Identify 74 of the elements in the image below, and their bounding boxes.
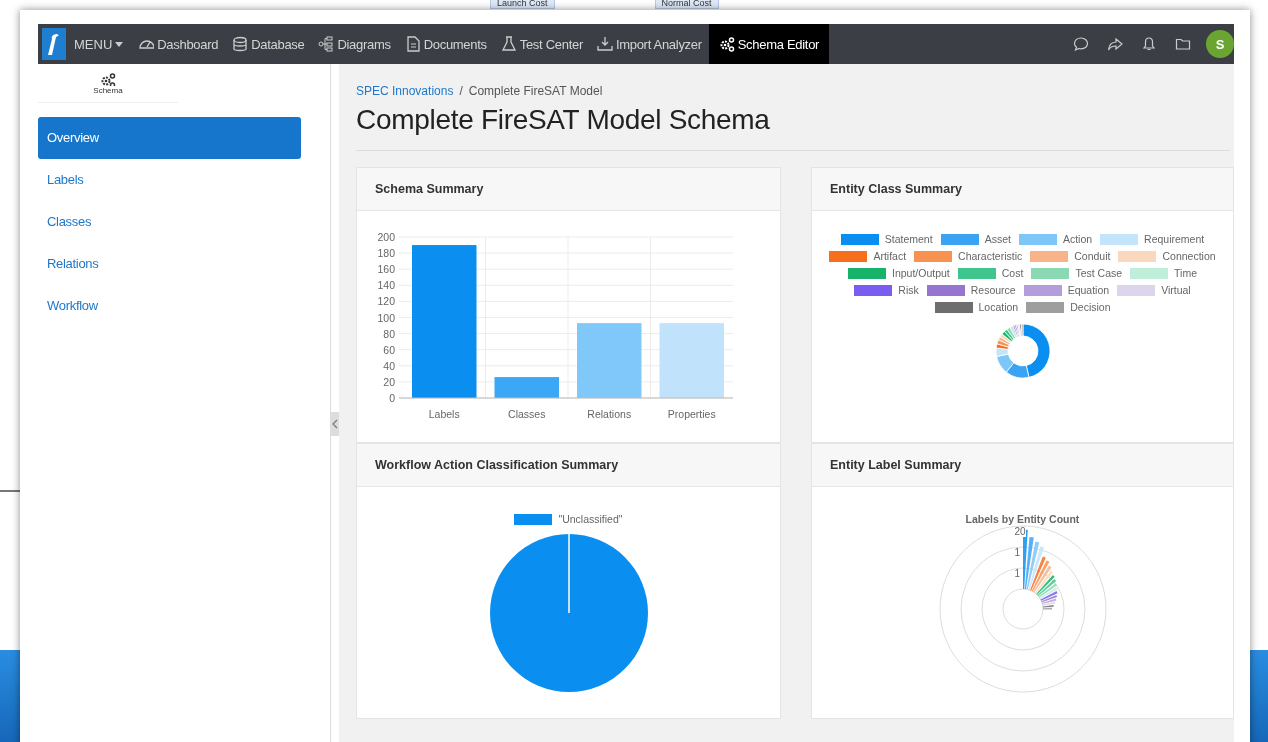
chart-title: Labels by Entity Count <box>965 513 1080 525</box>
sidebar-item[interactable]: Classes <box>38 201 301 243</box>
axis-tick-label: 1 <box>1014 548 1021 558</box>
database-icon <box>232 36 249 52</box>
legend-label: Input/Output <box>892 267 950 279</box>
legend-label: Decision <box>1070 301 1111 313</box>
axis-tick-label: 140 <box>377 279 395 292</box>
sidebar-item[interactable]: Workflow <box>38 285 301 327</box>
axis-tick-label: 60 <box>383 343 395 356</box>
legend-label: Conduit <box>1074 250 1111 262</box>
axis-tick-label: 100 <box>377 311 395 324</box>
document-icon <box>404 36 421 52</box>
axis-tick-label: 120 <box>377 295 395 308</box>
menu-button[interactable]: MENU <box>72 24 132 64</box>
legend-label: "Unclassified" <box>558 513 623 525</box>
breadcrumb-link[interactable]: SPEC Innovations <box>356 84 454 98</box>
legend-label: Virtual <box>1161 284 1191 296</box>
background-chip: Launch Cost <box>490 0 555 9</box>
tray-arrow-icon <box>596 36 613 52</box>
donut-chart <box>994 323 1051 379</box>
axis-tick-label: 20 <box>1014 527 1026 537</box>
nav-link[interactable]: Documents <box>397 24 494 64</box>
legend-label: Action <box>1062 233 1093 245</box>
legend-label: Location <box>978 301 1019 313</box>
axis-category-label: Relations <box>587 408 632 420</box>
sidebar-item[interactable]: Relations <box>38 243 301 285</box>
legend-label: Cost <box>1001 267 1024 279</box>
card-title: Schema Summary <box>357 168 780 211</box>
bar <box>494 377 559 398</box>
nav-link[interactable]: Diagrams <box>311 24 398 64</box>
caret-icon <box>115 41 124 47</box>
logo-icon <box>42 28 66 60</box>
axis-tick-label: 1 <box>1014 569 1021 579</box>
card-title: Entity Class Summary <box>812 168 1233 211</box>
gears-icon <box>100 71 116 86</box>
flask-icon <box>500 36 517 52</box>
legend-label: Statement <box>884 233 933 245</box>
legend-label: Requirement <box>1144 233 1205 245</box>
legend-label: Equation <box>1067 284 1110 296</box>
nav-link[interactable]: Test Center <box>493 24 590 64</box>
card-title: Workflow Action Classification Summary <box>357 444 780 487</box>
axis-tick-label: 180 <box>377 247 395 260</box>
axis-tick-label: 20 <box>383 375 395 388</box>
axis-tick-label: 200 <box>377 231 395 243</box>
sidebar-item[interactable]: Overview <box>38 117 301 159</box>
sidebar-item[interactable]: Labels <box>38 159 301 201</box>
axis-tick-label: 0 <box>389 392 395 404</box>
gears-icon <box>718 36 735 52</box>
legend-label: Test Case <box>1075 267 1123 279</box>
chevron-icon <box>332 419 338 429</box>
diagram-icon <box>318 36 335 52</box>
axis-tick-label: 80 <box>383 327 395 340</box>
axis-tick-label: 40 <box>383 359 395 372</box>
page-title: Complete FireSAT Model Schema <box>356 104 771 136</box>
legend-label: Asset <box>984 233 1011 245</box>
axis-tick-label: 160 <box>377 263 395 276</box>
legend-label: Artifact <box>873 250 907 262</box>
legend-label: Time <box>1174 267 1197 279</box>
legend-label: Connection <box>1162 250 1216 262</box>
legend-label: Characteristic <box>958 250 1023 262</box>
axis-category-label: Labels <box>428 408 460 420</box>
breadcrumb-separator: / <box>459 84 463 98</box>
legend-label: Risk <box>898 284 919 296</box>
card-title: Entity Label Summary <box>812 444 1233 487</box>
nav-link[interactable]: Schema Editor <box>708 24 830 64</box>
legend-label: Resource <box>970 284 1016 296</box>
nav-link[interactable]: Import Analyzer <box>589 24 709 64</box>
nav-link[interactable]: Database <box>225 24 312 64</box>
nav-link[interactable]: Dashboard <box>131 24 226 64</box>
breadcrumb-current: Complete FireSAT Model <box>468 84 603 98</box>
collapse-handle[interactable] <box>331 412 339 436</box>
axis-category-label: Classes <box>508 408 546 420</box>
axis-category-label: Properties <box>667 408 716 420</box>
background-chip: Normal Cost <box>654 0 719 9</box>
